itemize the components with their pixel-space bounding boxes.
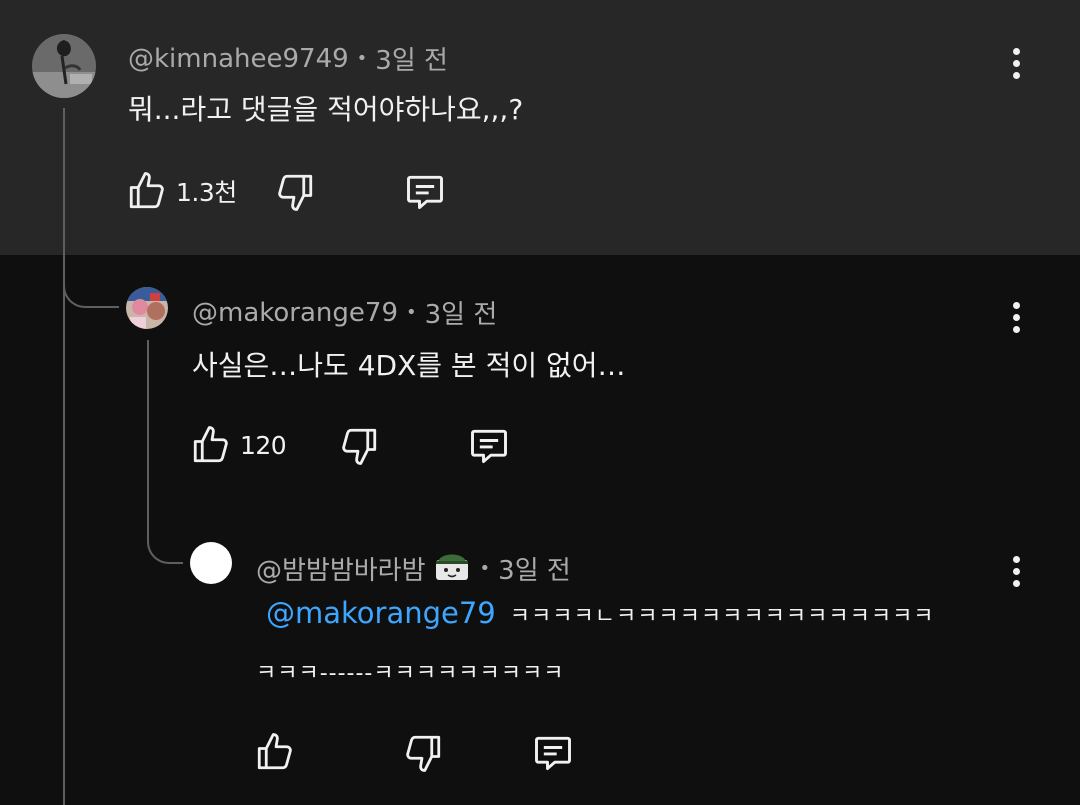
member-badge-icon xyxy=(432,548,472,589)
avatar-bambam[interactable] xyxy=(190,542,232,584)
rose-photo-avatar xyxy=(32,34,96,98)
comment-author[interactable]: @makorange79 xyxy=(192,298,398,328)
comment-meta-2: @makorange79 • 3일 전 xyxy=(192,294,497,331)
reply-button[interactable] xyxy=(466,424,512,468)
comment-meta-3: @밤밤밤바라밤 • 3일 전 xyxy=(256,548,571,589)
meta-separator: • xyxy=(405,302,417,323)
thread-line-main xyxy=(63,108,65,805)
reply-icon xyxy=(471,429,507,464)
comment-author[interactable]: @밤밤밤바라밤 xyxy=(256,550,426,587)
meta-separator: • xyxy=(356,48,368,69)
thumbs-down-icon xyxy=(342,428,377,465)
like-count: 120 xyxy=(240,430,287,460)
thumbs-down-icon xyxy=(406,735,441,772)
meta-separator: • xyxy=(479,558,491,579)
dislike-button[interactable] xyxy=(402,732,444,774)
like-button[interactable] xyxy=(254,731,304,773)
comment-time: 3일 전 xyxy=(375,46,448,76)
thread-line-reply xyxy=(147,340,149,520)
comment-author[interactable]: @kimnahee9749 xyxy=(128,44,349,74)
comment-text-line-2: ㅋㅋㅋ------ㅋㅋㅋㅋㅋㅋㅋㅋㅋ xyxy=(256,654,565,687)
reply-icon xyxy=(407,175,443,210)
more-options-button[interactable] xyxy=(996,38,1036,88)
comment-text-part: ㅋㅋㅋㅋㄴㅋㅋㅋㅋㅋㅋㅋㅋㅋㅋㅋㅋㅋㅋㅋ xyxy=(509,604,935,629)
photo-avatar xyxy=(126,287,168,329)
comment-text: 뭐...라고 댓글을 적어야하나요,,,? xyxy=(128,93,524,126)
more-options-button[interactable] xyxy=(996,292,1036,342)
mention-link[interactable]: @makorange79 xyxy=(266,596,496,630)
more-options-button[interactable] xyxy=(996,546,1036,596)
dislike-button[interactable] xyxy=(338,425,380,467)
thumbs-up-icon xyxy=(257,733,292,770)
thumbs-up-icon xyxy=(193,426,228,463)
reply-icon xyxy=(535,736,571,771)
avatar-makorange79[interactable] xyxy=(126,287,168,329)
comment-text-line-1: @makorange79 ㅋㅋㅋㅋㄴㅋㅋㅋㅋㅋㅋㅋㅋㅋㅋㅋㅋㅋㅋㅋ xyxy=(266,596,935,630)
avatar-kimnahee9749[interactable] xyxy=(32,34,96,98)
reply-button[interactable] xyxy=(530,731,576,775)
like-count: 1.3천 xyxy=(176,178,237,207)
like-button[interactable]: 120 xyxy=(190,424,287,466)
thumbs-up-icon xyxy=(129,172,164,209)
comment-text: 사실은…나도 4DX를 본 적이 없어… xyxy=(192,349,626,382)
comment-text-part: ㅋㅋㅋ------ㅋㅋㅋㅋㅋㅋㅋㅋㅋ xyxy=(256,661,565,686)
thumbs-down-icon xyxy=(278,174,313,211)
comment-time: 3일 전 xyxy=(424,300,498,330)
like-button[interactable]: 1.3천 xyxy=(126,170,237,212)
dislike-button[interactable] xyxy=(274,171,316,213)
thread-connector-reply-2 xyxy=(147,500,183,564)
reply-button[interactable] xyxy=(402,170,448,214)
thread-connector-reply-1 xyxy=(63,250,119,308)
comment-time: 3일 전 xyxy=(498,556,571,586)
comment-meta-1: @kimnahee9749 • 3일 전 xyxy=(128,40,448,77)
